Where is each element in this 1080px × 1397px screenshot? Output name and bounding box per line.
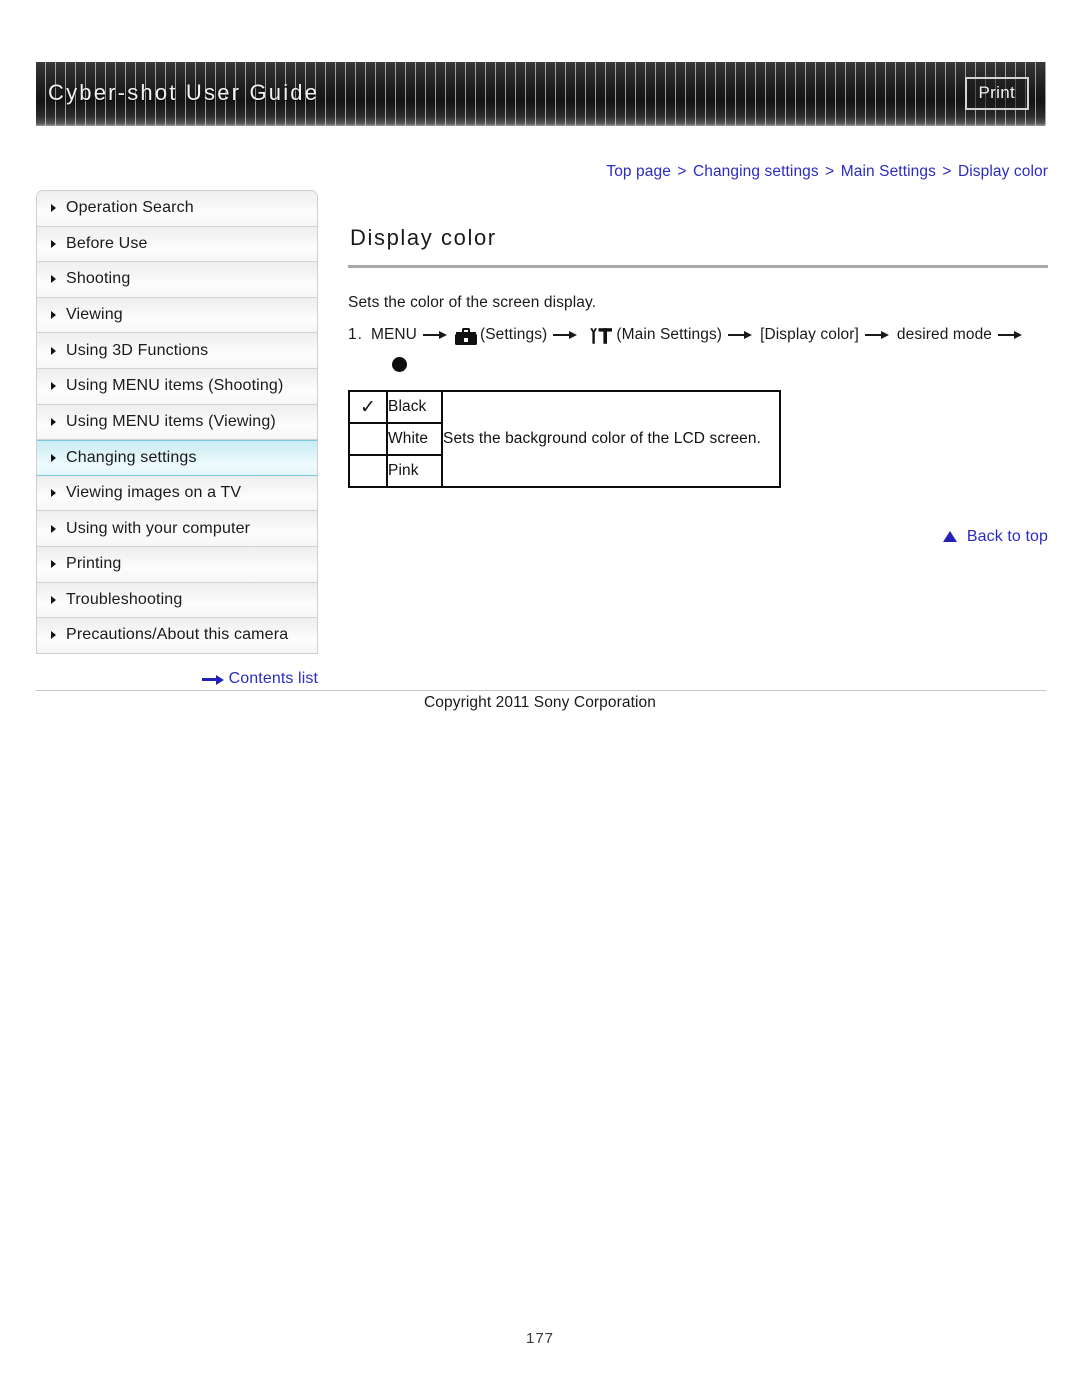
arrow-right-icon: [864, 329, 891, 341]
table-cell-option-name: Pink: [386, 454, 443, 488]
bullet-triangle-icon: [51, 275, 56, 284]
back-to-top-link[interactable]: Back to top: [348, 528, 1048, 546]
breadcrumb-item-main-settings[interactable]: Main Settings: [841, 163, 936, 180]
sidebar-item-label: Precautions/About this camera: [66, 626, 289, 644]
footer-divider: [36, 690, 1046, 691]
breadcrumb-item-changing-settings[interactable]: Changing settings: [693, 163, 819, 180]
sidebar-item-shooting[interactable]: Shooting: [37, 262, 317, 298]
table-cell-checkmark: [348, 454, 388, 488]
step-settings-label: (Settings): [479, 326, 548, 343]
wrench-t-icon: [587, 327, 613, 346]
sidebar-item-before-use[interactable]: Before Use: [37, 226, 317, 263]
step-main-settings-label: (Main Settings): [616, 326, 723, 343]
breadcrumb: Top page > Changing settings > Main Sett…: [348, 163, 1048, 181]
step-menu-label: MENU: [370, 326, 417, 343]
table-row: ✓ Black Sets the background color of the…: [348, 390, 781, 488]
step-list: 1. MENU (Settings) (Main Settings) [Disp…: [348, 326, 1048, 372]
checkmark-icon: ✓: [359, 397, 377, 418]
arrow-right-icon: [998, 329, 1024, 341]
main-content: Display color Sets the color of the scre…: [348, 225, 1048, 488]
bullet-triangle-icon: [51, 560, 56, 569]
sidebar-item-viewing[interactable]: Viewing: [37, 297, 317, 334]
sidebar-item-using-with-your-computer[interactable]: Using with your computer: [37, 511, 317, 547]
bullet-triangle-icon: [51, 239, 56, 248]
table-cell-option-name: Black: [386, 390, 443, 424]
sidebar-item-label: Operation Search: [66, 199, 194, 217]
bullet-triangle-icon: [51, 417, 56, 426]
sidebar-item-label: Viewing images on a TV: [66, 484, 242, 502]
step-item-1: 1. MENU (Settings) (Main Settings) [Disp…: [348, 326, 1048, 346]
sidebar-item-precautions-about-this-camera[interactable]: Precautions/About this camera: [37, 618, 317, 654]
table-cell-description: Sets the background color of the LCD scr…: [441, 390, 781, 488]
contents-list-link[interactable]: Contents list: [36, 670, 318, 688]
bullet-triangle-icon: [51, 453, 56, 462]
bullet-triangle-icon: [51, 204, 56, 213]
sidebar-item-label: Printing: [66, 555, 122, 573]
sidebar-item-changing-settings[interactable]: Changing settings: [37, 440, 317, 476]
print-button[interactable]: Print: [964, 77, 1029, 110]
step-mode-label: desired mode: [896, 326, 993, 343]
sidebar-item-using-menu-items-viewing[interactable]: Using MENU items (Viewing): [37, 404, 317, 441]
sidebar-item-viewing-images-on-a-tv[interactable]: Viewing images on a TV: [37, 475, 317, 512]
step-item-label: [Display color]: [760, 326, 859, 343]
sidebar-item-using-menu-items-shooting[interactable]: Using MENU items (Shooting): [37, 368, 317, 405]
sidebar-item-label: Using 3D Functions: [66, 341, 209, 359]
app-title: Cyber-shot User Guide: [48, 80, 320, 105]
breadcrumb-item-display-color[interactable]: Display color: [958, 163, 1048, 180]
toolbox-icon: [454, 327, 477, 345]
options-table: ✓ Black Sets the background color of the…: [348, 390, 781, 488]
sidebar-item-troubleshooting[interactable]: Troubleshooting: [37, 582, 317, 619]
filled-circle-icon: [392, 357, 407, 372]
table-cell-checkmark: [348, 422, 388, 456]
copyright-text: Copyright 2011 Sony Corporation: [423, 694, 656, 711]
sidebar-item-label: Troubleshooting: [66, 590, 183, 608]
sidebar-nav: Operation Search Before Use Shooting Vie…: [36, 190, 318, 654]
back-to-top-label: Back to top: [966, 528, 1048, 545]
sidebar-item-label: Using with your computer: [66, 519, 251, 537]
page-title: Display color: [350, 225, 497, 250]
bullet-triangle-icon: [51, 631, 56, 640]
page-number: 177: [525, 1330, 555, 1347]
intro-text: Sets the color of the screen display.: [348, 294, 597, 311]
bullet-triangle-icon: [51, 346, 56, 355]
table-cell-option-name: White: [386, 422, 443, 456]
header-banner: Cyber-shot User Guide Print: [36, 62, 1046, 126]
sidebar-item-label: Before Use: [66, 234, 148, 252]
sidebar-item-label: Viewing: [66, 306, 123, 324]
arrow-right-icon: [728, 329, 754, 341]
bullet-triangle-icon: [51, 489, 56, 498]
sidebar-item-label: Using MENU items (Shooting): [66, 377, 284, 395]
arrow-right-icon: [201, 674, 224, 685]
bullet-triangle-icon: [51, 595, 56, 604]
arrow-right-icon: [422, 329, 449, 341]
arrow-right-icon: [553, 329, 579, 341]
title-divider: [348, 265, 1048, 268]
breadcrumb-separator: >: [825, 163, 835, 180]
triangle-up-icon: [943, 531, 958, 542]
breadcrumb-item-top-page[interactable]: Top page: [606, 163, 671, 180]
breadcrumb-separator: >: [677, 163, 687, 180]
sidebar-item-operation-search[interactable]: Operation Search: [37, 191, 317, 227]
sidebar-item-printing[interactable]: Printing: [37, 546, 317, 583]
page-root: Cyber-shot User Guide Print Top page > C…: [0, 0, 1080, 1397]
sidebar-item-label: Using MENU items (Viewing): [66, 412, 276, 430]
bullet-triangle-icon: [51, 524, 56, 533]
breadcrumb-separator: >: [942, 163, 952, 180]
step-number: 1.: [348, 326, 363, 343]
bullet-triangle-icon: [51, 311, 56, 320]
sidebar-item-label: Changing settings: [66, 448, 197, 466]
sidebar-item-label: Shooting: [66, 270, 131, 288]
table-cell-checkmark: ✓: [348, 390, 388, 424]
sidebar-item-using-3d-functions[interactable]: Using 3D Functions: [37, 333, 317, 369]
bullet-triangle-icon: [51, 382, 56, 391]
contents-list-label: Contents list: [228, 670, 318, 687]
